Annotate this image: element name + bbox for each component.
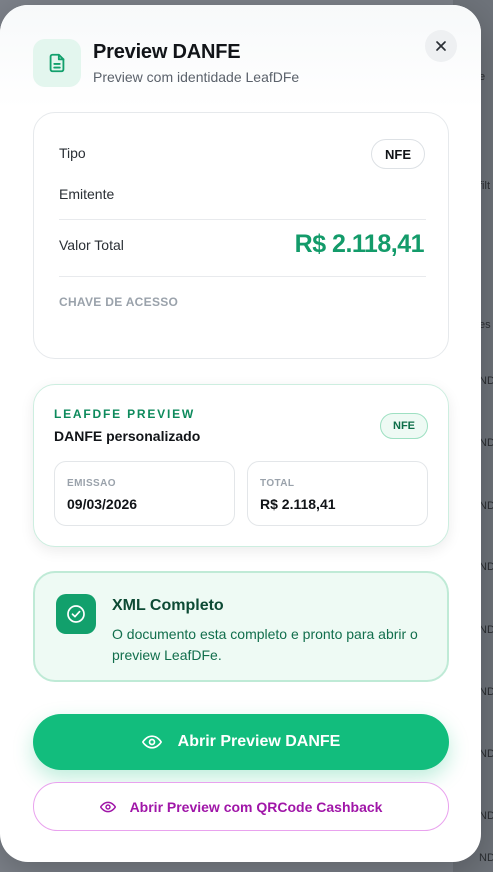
xml-status-title: XML Completo (112, 597, 224, 614)
eye-icon (99, 801, 116, 812)
background-fragment: e (479, 71, 486, 83)
background-fragment: ND (479, 375, 493, 387)
valor-total-label: Valor Total (59, 237, 124, 253)
open-preview-qrcode-label: Abrir Preview com QRCode Cashback (129, 798, 383, 815)
tipo-badge: NFE (371, 139, 425, 169)
background-fragment: filt (479, 180, 490, 192)
check-circle-icon (56, 594, 96, 634)
close-icon (436, 41, 446, 51)
preview-danfe-modal: Preview DANFE Preview com identidade Lea… (0, 5, 481, 862)
document-icon (33, 39, 81, 87)
open-preview-danfe-label: Abrir Preview DANFE (177, 733, 341, 750)
modal-title: Preview DANFE (93, 41, 241, 63)
xml-status-card: XML Completo O documento esta completo e… (33, 571, 449, 682)
open-preview-danfe-button[interactable]: Abrir Preview DANFE (33, 714, 449, 770)
emissao-label: EMISSAO (67, 478, 116, 489)
divider (59, 276, 426, 277)
total-label: TOTAL (260, 478, 295, 489)
xml-status-description: O documento esta completo e pronto para … (112, 626, 418, 663)
background-fragment: ND (479, 500, 493, 512)
emissao-box: EMISSAO 09/03/2026 (54, 461, 235, 526)
background-fragment: ND (479, 624, 493, 636)
total-box: TOTAL R$ 2.118,41 (247, 461, 428, 526)
emitente-label: Emitente (59, 186, 115, 202)
background-fragment: ND (479, 852, 493, 864)
background-fragment: es (479, 319, 491, 331)
emissao-value: 09/03/2026 (67, 496, 138, 512)
total-value: R$ 2.118,41 (260, 496, 336, 512)
preview-brand-label: LEAFDFE PREVIEW (54, 407, 196, 421)
divider (59, 219, 426, 220)
background-fragment: ND (479, 561, 493, 573)
background-fragment: ND (479, 437, 493, 449)
modal-subtitle: Preview com identidade LeafDFe (93, 69, 300, 85)
background-fragment: ND (479, 810, 493, 822)
leafdfe-preview-card: LEAFDFE PREVIEW DANFE personalizado NFE … (33, 384, 449, 547)
preview-title: DANFE personalizado (54, 428, 201, 444)
valor-total-amount: R$ 2.118,41 (294, 230, 425, 258)
chave-acesso-label: CHAVE DE ACESSO (59, 295, 179, 309)
close-button[interactable] (425, 30, 457, 62)
eye-icon (141, 735, 162, 749)
background-fragment: ND (479, 686, 493, 698)
open-preview-qrcode-button[interactable]: Abrir Preview com QRCode Cashback (33, 782, 449, 831)
background-fragment: ND (479, 748, 493, 760)
preview-type-badge: NFE (380, 413, 428, 439)
tipo-label: Tipo (59, 145, 86, 161)
document-details-card: Tipo NFE Emitente Valor Total R$ 2.118,4… (33, 112, 449, 359)
